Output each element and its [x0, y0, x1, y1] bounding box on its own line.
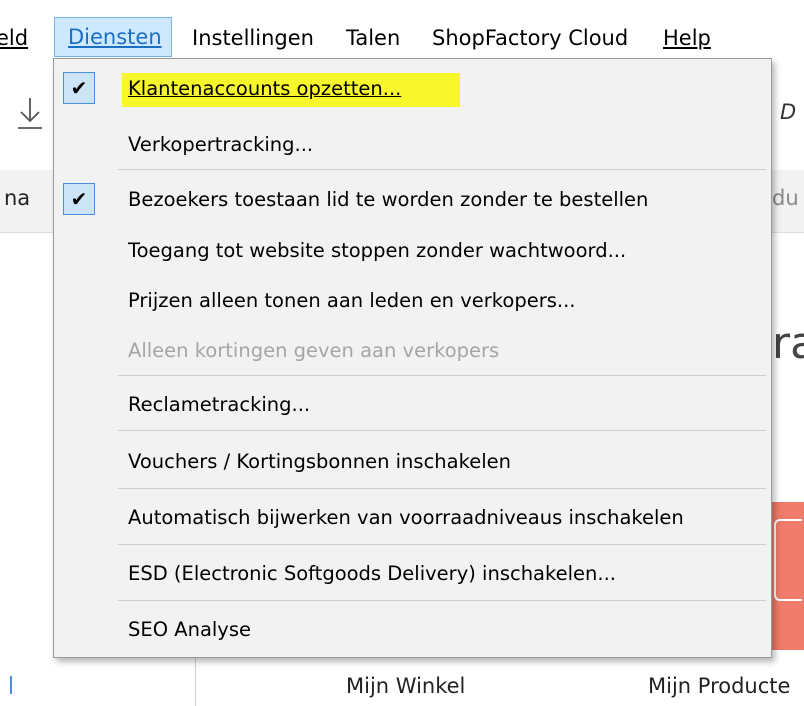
menu-item-toegang-stoppen[interactable]: Toegang tot website stoppen zonder wacht… — [54, 225, 771, 277]
menu-item-voorraadniveaus[interactable]: Automatisch bijwerken van voorraadniveau… — [54, 492, 771, 544]
menu-item-kortingen-verkopers: Alleen kortingen geven aan verkopers — [54, 325, 771, 377]
menu-item-label: ESD (Electronic Softgoods Delivery) insc… — [128, 548, 616, 600]
menu-diensten-label: Diensten — [68, 25, 162, 49]
menu-bar: eld Diensten Instellingen Talen ShopFact… — [0, 0, 804, 60]
menu-item-label: SEO Analyse — [128, 604, 251, 656]
menu-separator — [118, 488, 766, 489]
toolbar-icon-right[interactable]: D — [780, 100, 796, 124]
menu-veld[interactable]: eld — [0, 18, 28, 58]
menu-item-label: Vouchers / Kortingsbonnen inschakelen — [128, 436, 511, 488]
menu-item-klantenaccounts[interactable]: ✔ Klantenaccounts opzetten... — [54, 63, 771, 115]
menu-shopfactory-cloud[interactable]: ShopFactory Cloud — [432, 18, 628, 58]
menu-talen[interactable]: Talen — [346, 18, 400, 58]
menu-item-label-text: Prijzen alleen tonen aan leden en verkop… — [128, 289, 576, 312]
menu-veld-label: eld — [0, 26, 29, 50]
menu-shopfactory-cloud-label: ShopFactory Cloud — [432, 26, 629, 50]
menu-diensten[interactable]: Diensten — [54, 17, 172, 57]
menu-item-seo-analyse[interactable]: SEO Analyse — [54, 604, 771, 656]
menu-separator — [118, 430, 766, 431]
diensten-dropdown-menu: ✔ Klantenaccounts opzetten... Verkopertr… — [53, 58, 772, 658]
menu-item-vouchers[interactable]: Vouchers / Kortingsbonnen inschakelen — [54, 436, 771, 488]
menu-help[interactable]: Help — [663, 18, 711, 58]
tab-mijn-producten[interactable]: Mijn Producte — [648, 674, 790, 698]
tab-mijn-winkel[interactable]: Mijn Winkel — [346, 674, 465, 698]
menu-item-label: Verkopertracking... — [128, 119, 313, 171]
menu-item-label-text: Toegang tot website stoppen zonder wacht… — [128, 239, 627, 262]
page-heading-fragment: ra — [772, 318, 804, 369]
menu-help-label: Help — [663, 26, 711, 50]
menu-talen-label: Talen — [346, 26, 401, 50]
menu-item-label: Automatisch bijwerken van voorraadniveau… — [128, 492, 684, 544]
menu-item-label: Prijzen alleen tonen aan leden en verkop… — [128, 275, 575, 327]
menu-instellingen-label: Instellingen — [192, 26, 314, 50]
menu-instellingen[interactable]: Instellingen — [192, 18, 314, 58]
menu-item-label-text: Vouchers / Kortingsbonnen inschakelen — [128, 450, 511, 473]
menu-item-label-text: Automatisch bijwerken van voorraadniveau… — [128, 506, 684, 529]
menu-item-label-text: Bezoekers toestaan lid te worden zonder … — [128, 188, 649, 211]
menu-item-label-text: Verkopertracking... — [128, 133, 314, 156]
menu-item-verkopertracking[interactable]: Verkopertracking... — [54, 119, 771, 171]
menu-item-label: Alleen kortingen geven aan verkopers — [128, 325, 499, 377]
strip-text-left: na — [4, 186, 31, 210]
menu-separator — [118, 544, 766, 545]
menu-item-label: Toegang tot website stoppen zonder wacht… — [128, 225, 626, 277]
menu-item-prijzen-tonen[interactable]: Prijzen alleen tonen aan leden en verkop… — [54, 275, 771, 327]
menu-separator — [118, 169, 766, 170]
check-icon: ✔ — [63, 183, 95, 215]
menu-item-label-text: Reclametracking... — [128, 393, 311, 416]
text-cursor — [10, 676, 12, 694]
menu-item-label-text: Alleen kortingen geven aan verkopers — [128, 339, 500, 362]
banner-button-outline[interactable] — [774, 519, 802, 601]
menu-item-label: Klantenaccounts opzetten... — [128, 63, 401, 115]
menu-item-label-text: ESD (Electronic Softgoods Delivery) insc… — [128, 562, 616, 585]
menu-item-label: Reclametracking... — [128, 379, 310, 431]
menu-item-esd[interactable]: ESD (Electronic Softgoods Delivery) insc… — [54, 548, 771, 600]
download-icon[interactable] — [16, 96, 44, 130]
menu-item-reclametracking[interactable]: Reclametracking... — [54, 379, 771, 431]
menu-item-bezoekers-toestaan[interactable]: ✔ Bezoekers toestaan lid te worden zonde… — [54, 174, 771, 226]
menu-item-label: Bezoekers toestaan lid te worden zonder … — [128, 174, 648, 226]
menu-item-label-text: Klantenaccounts opzetten... — [128, 77, 402, 100]
strip-text-right: du — [772, 186, 799, 210]
menu-separator — [118, 375, 766, 376]
menu-item-label-text: SEO Analyse — [128, 618, 252, 641]
menu-separator — [118, 600, 766, 601]
check-icon: ✔ — [63, 72, 95, 104]
